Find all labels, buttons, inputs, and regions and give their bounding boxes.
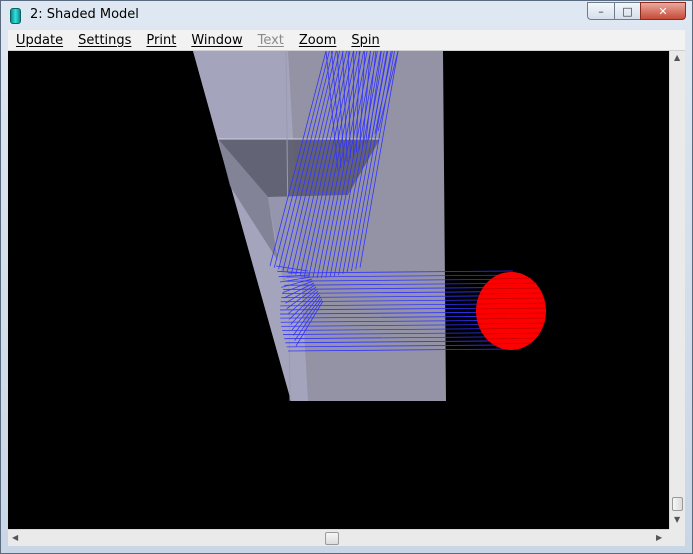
size-grip[interactable] (669, 529, 685, 546)
caption-buttons: – □ ✕ (587, 2, 686, 20)
title-bar[interactable]: 2: Shaded Model – □ ✕ (1, 1, 692, 29)
horizontal-scroll-thumb[interactable] (325, 532, 339, 545)
vertical-scrollbar[interactable]: ▲ ▼ (669, 51, 685, 529)
scroll-left-arrow[interactable]: ◀ (12, 533, 18, 542)
menu-print[interactable]: Print (138, 33, 183, 48)
horizontal-scrollbar[interactable]: ◀ ▶ (8, 529, 669, 546)
menu-update[interactable]: Update (8, 33, 70, 48)
model-viewport[interactable] (8, 51, 669, 529)
scroll-down-arrow[interactable]: ▼ (674, 515, 680, 524)
menu-spin[interactable]: Spin (343, 33, 386, 48)
close-button[interactable]: ✕ (640, 2, 686, 20)
menu-settings[interactable]: Settings (70, 33, 138, 48)
maximize-button[interactable]: □ (614, 2, 640, 20)
scroll-up-arrow[interactable]: ▲ (674, 53, 680, 62)
application-window: 2: Shaded Model – □ ✕ Update Settings Pr… (0, 0, 693, 554)
minimize-button[interactable]: – (587, 2, 614, 20)
menu-zoom[interactable]: Zoom (291, 33, 343, 48)
red-sphere (476, 272, 546, 350)
menu-window[interactable]: Window (183, 33, 249, 48)
vertical-scroll-thumb[interactable] (672, 497, 683, 511)
window-title: 2: Shaded Model (30, 7, 139, 22)
app-icon[interactable] (10, 8, 21, 24)
scroll-right-arrow[interactable]: ▶ (656, 533, 662, 542)
menu-text: Text (257, 32, 284, 48)
menu-bar: Update Settings Print Window Text Zoom S… (8, 30, 685, 51)
shaded-model-canvas[interactable] (8, 51, 669, 529)
